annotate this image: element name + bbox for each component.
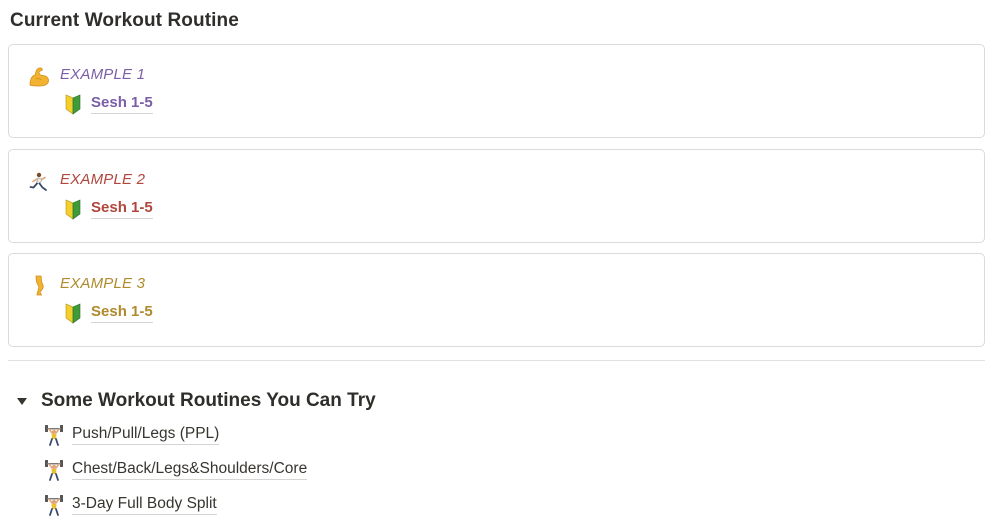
routine-link-label[interactable]: Push/Pull/Legs (PPL) (72, 425, 220, 445)
beginner-symbol-icon (65, 94, 81, 115)
flexed-biceps-icon (29, 67, 49, 87)
weight-lifter-icon (45, 460, 63, 481)
routine-link-chest-back-legs[interactable]: Chest/Back/Legs&Shoulders/Core (44, 457, 308, 483)
routine-card-example-1: EXAMPLE 1 Sesh 1-5 (8, 44, 985, 138)
triangle-down-icon[interactable] (15, 394, 29, 408)
routine-card-example-2: EXAMPLE 2 Sesh 1-5 (8, 149, 985, 243)
leg-icon (35, 275, 44, 296)
routine-card-example-3: EXAMPLE 3 Sesh 1-5 (8, 253, 985, 347)
sesh-link[interactable]: Sesh 1-5 (65, 300, 153, 326)
running-person-icon (29, 172, 47, 191)
routine-link-label[interactable]: Chest/Back/Legs&Shoulders/Core (72, 460, 308, 480)
page-title: Current Workout Routine (10, 10, 239, 31)
weight-lifter-icon (45, 495, 63, 516)
sesh-link-label[interactable]: Sesh 1-5 (91, 94, 153, 114)
routine-title: EXAMPLE 3 (60, 275, 146, 292)
routine-link-label[interactable]: 3-Day Full Body Split (72, 495, 217, 515)
sesh-link-label[interactable]: Sesh 1-5 (91, 199, 153, 219)
sesh-link[interactable]: Sesh 1-5 (65, 196, 153, 222)
routine-title: EXAMPLE 1 (60, 66, 146, 83)
toggle-heading[interactable]: Some Workout Routines You Can Try (41, 390, 376, 412)
routine-title: EXAMPLE 2 (60, 171, 146, 188)
divider (8, 360, 985, 361)
beginner-symbol-icon (65, 199, 81, 220)
weight-lifter-icon (45, 425, 63, 446)
sesh-link-label[interactable]: Sesh 1-5 (91, 303, 153, 323)
routine-link-ppl[interactable]: Push/Pull/Legs (PPL) (44, 422, 220, 448)
sesh-link[interactable]: Sesh 1-5 (65, 91, 153, 117)
beginner-symbol-icon (65, 303, 81, 324)
routine-link-full-body[interactable]: 3-Day Full Body Split (44, 492, 217, 518)
